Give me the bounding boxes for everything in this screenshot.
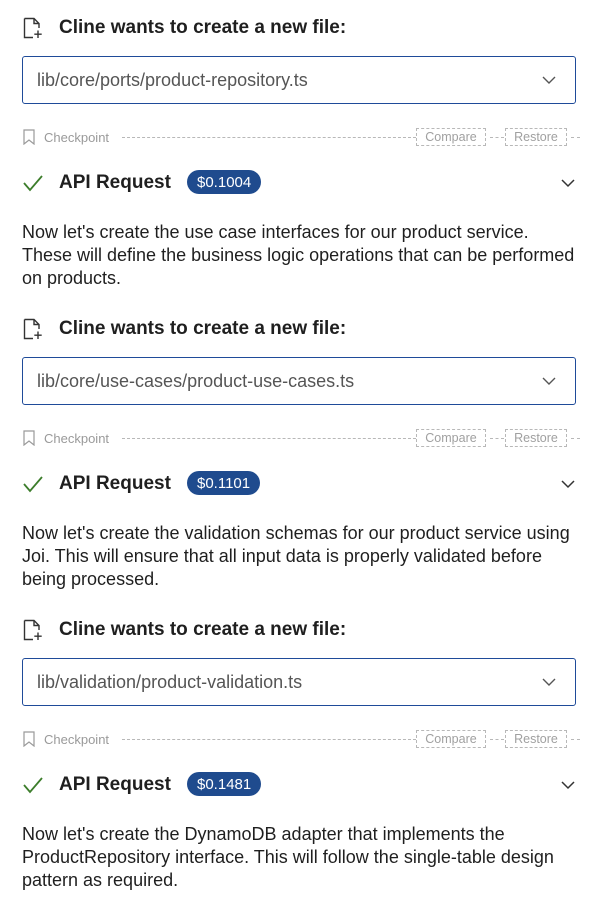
checkpoint-row: Checkpoint Compare Restore [22,428,580,448]
message-group-1: Cline wants to create a new file: lib/co… [0,0,602,301]
checkpoint-label: Checkpoint [44,130,110,145]
message-group-2: Cline wants to create a new file: lib/co… [0,301,602,602]
assistant-message: Now let's create the use case interfaces… [22,222,575,288]
chevron-down-icon[interactable] [541,373,557,389]
bookmark-icon [23,731,35,747]
file-path-row[interactable]: lib/core/use-cases/product-use-cases.ts [22,357,576,405]
compare-button[interactable]: Compare [416,730,486,748]
compare-button[interactable]: Compare [416,128,486,146]
checkpoint-label: Checkpoint [44,431,110,446]
assistant-message: Now let's create the validation schemas … [22,523,570,589]
checkpoint-label: Checkpoint [44,732,110,747]
api-request-label: API Request [59,172,171,193]
file-path-row[interactable]: lib/core/ports/product-repository.ts [22,56,576,104]
new-file-icon [23,619,42,641]
api-request-label: API Request [59,774,171,795]
tool-header: Cline wants to create a new file: [22,317,346,341]
checkmark-icon [23,777,43,794]
checkpoint-divider [571,438,580,439]
checkpoint-divider [122,438,416,439]
restore-button[interactable]: Restore [505,730,567,748]
cost-badge: $0.1481 [187,772,262,796]
file-path: lib/core/use-cases/product-use-cases.ts [37,370,355,391]
file-path: lib/validation/product-validation.ts [37,671,303,692]
restore-button[interactable]: Restore [505,429,567,447]
checkpoint-divider [571,137,580,138]
new-file-icon [23,318,42,340]
tool-header-title: Cline wants to create a new file: [59,17,347,38]
tool-header: Cline wants to create a new file: [22,16,346,40]
chevron-down-icon[interactable] [560,176,576,190]
bookmark-icon [23,129,35,145]
api-request-row[interactable]: API Request $0.1004 [22,170,580,196]
checkpoint-divider [490,438,504,439]
api-request-row[interactable]: API Request $0.1101 [22,471,580,497]
chevron-down-icon[interactable] [560,778,576,792]
checkpoint-divider [122,739,416,740]
tool-header-title: Cline wants to create a new file: [59,318,347,339]
api-request-row[interactable]: API Request $0.1481 [22,772,580,798]
tool-header: Cline wants to create a new file: [22,618,346,642]
checkpoint-divider [490,739,504,740]
tool-header-title: Cline wants to create a new file: [59,619,347,640]
cost-badge: $0.1101 [187,471,261,495]
chevron-down-icon[interactable] [541,72,557,88]
bookmark-icon [23,430,35,446]
new-file-icon [23,17,42,39]
checkpoint-divider [122,137,416,138]
checkpoint-row: Checkpoint Compare Restore [22,127,580,147]
file-path-row[interactable]: lib/validation/product-validation.ts [22,658,576,706]
compare-button[interactable]: Compare [416,429,486,447]
checkpoint-divider [490,137,504,138]
file-path: lib/core/ports/product-repository.ts [37,69,308,90]
chevron-down-icon[interactable] [541,674,557,690]
checkmark-icon [23,476,43,493]
chevron-down-icon[interactable] [560,477,576,491]
assistant-message: Now let's create the DynamoDB adapter th… [22,824,554,890]
restore-button[interactable]: Restore [505,128,567,146]
checkpoint-divider [571,739,580,740]
message-group-3: Cline wants to create a new file: lib/va… [0,602,602,903]
cost-badge: $0.1004 [187,170,262,194]
checkmark-icon [23,175,43,192]
checkpoint-row: Checkpoint Compare Restore [22,729,580,749]
api-request-label: API Request [59,473,171,494]
